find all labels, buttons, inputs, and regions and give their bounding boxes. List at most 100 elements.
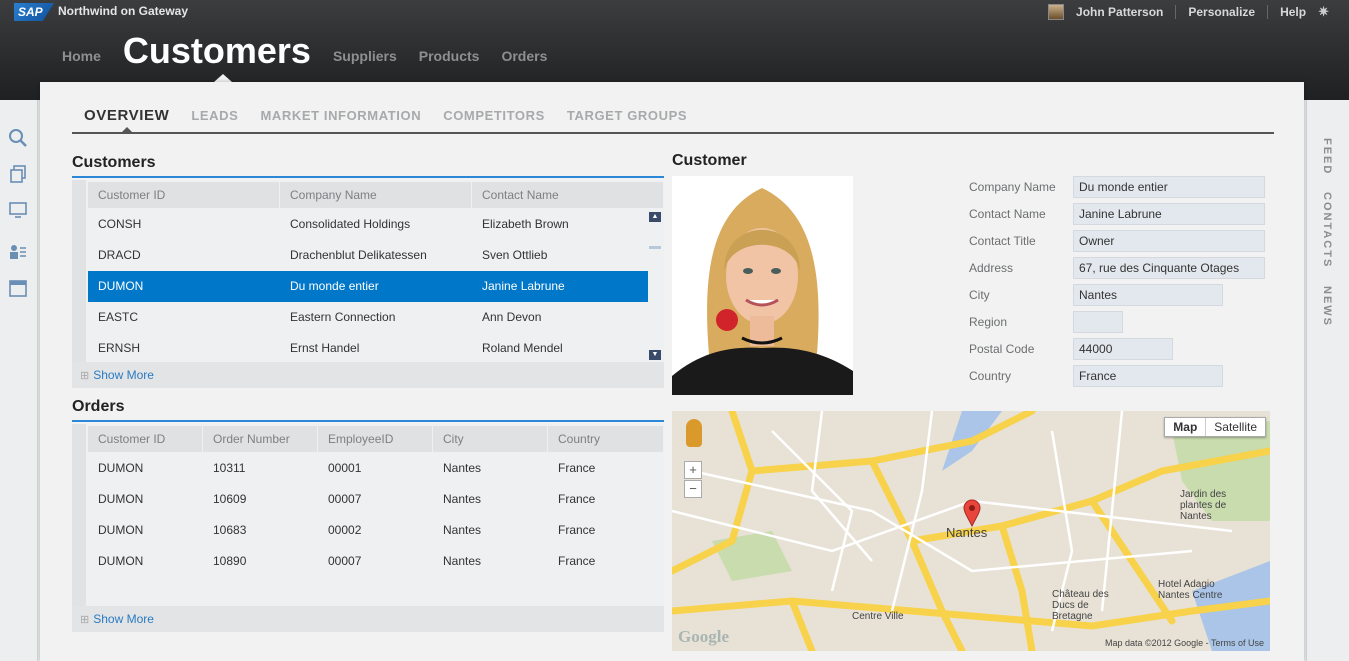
monitor-icon[interactable] <box>7 200 29 222</box>
table-row[interactable]: DUMON 10609 00007 Nantes France <box>88 484 664 515</box>
show-more-orders[interactable]: ⊞ Show More <box>80 612 154 626</box>
show-more-bar <box>72 362 664 388</box>
region-field[interactable] <box>1073 311 1123 333</box>
customer-title: Customer <box>672 152 747 169</box>
sub-tabs: OVERVIEW LEADS MARKET INFORMATION COMPET… <box>72 106 1274 134</box>
right-rail: FEED CONTACTS NEWS <box>1306 100 1349 661</box>
map-view-button[interactable]: Map <box>1165 418 1205 436</box>
documents-icon[interactable] <box>7 164 29 186</box>
news-tab[interactable]: NEWS <box>1321 286 1333 327</box>
label-contact-title: Contact Title <box>969 234 1036 248</box>
tab-target-groups[interactable]: TARGET GROUPS <box>567 106 687 132</box>
label-city: City <box>969 288 990 302</box>
col-order-number[interactable]: Order Number <box>203 426 318 452</box>
content-panel: OVERVIEW LEADS MARKET INFORMATION COMPET… <box>40 82 1304 661</box>
map-label: Centre Ville <box>852 611 904 622</box>
personalize-link[interactable]: Personalize <box>1188 5 1255 19</box>
label-region: Region <box>969 315 1008 329</box>
contacts-tab[interactable]: CONTACTS <box>1321 192 1333 268</box>
user-name[interactable]: John Patterson <box>1076 5 1163 19</box>
col-company-name[interactable]: Company Name <box>280 182 472 208</box>
table-row-selected[interactable]: DUMON Du monde entier Janine Labrune <box>88 271 648 302</box>
customers-title: Customers <box>72 154 156 171</box>
subtab-pointer <box>122 127 132 132</box>
nav-products[interactable]: Products <box>419 48 480 72</box>
expand-icon: ⊞ <box>80 370 90 382</box>
search-icon[interactable] <box>7 128 29 150</box>
divider <box>1267 5 1269 19</box>
map[interactable]: Map Satellite + − Nantes Centre Ville Ja… <box>672 411 1270 651</box>
orders-title: Orders <box>72 398 125 415</box>
contact-title-field[interactable]: Owner <box>1073 230 1265 252</box>
col-customer-id[interactable]: Customer ID <box>88 426 203 452</box>
row-selector-column <box>72 180 86 388</box>
contacts-icon[interactable] <box>7 242 29 264</box>
city-field[interactable]: Nantes <box>1073 284 1223 306</box>
scroll-up-button[interactable]: ▲ <box>649 212 661 222</box>
user-area: John Patterson Personalize Help ✷ <box>1048 4 1329 20</box>
pegman-icon[interactable] <box>686 419 702 447</box>
nav-home[interactable]: Home <box>62 48 101 72</box>
table-row[interactable]: DRACD Drachenblut Delikatessen Sven Ottl… <box>88 240 648 271</box>
table-header: Customer ID Company Name Contact Name <box>88 182 664 208</box>
sap-logo: SAP <box>14 3 54 21</box>
zoom-in-button[interactable]: + <box>684 461 702 479</box>
map-city-label: Nantes <box>946 525 988 540</box>
country-field[interactable]: France <box>1073 365 1223 387</box>
contact-name-field[interactable]: Janine Labrune <box>1073 203 1265 225</box>
table-row[interactable]: DUMON 10683 00002 Nantes France <box>88 515 664 546</box>
gear-icon[interactable]: ✷ <box>1318 4 1329 20</box>
zoom-out-button[interactable]: − <box>684 480 702 498</box>
table-row[interactable]: ERNSH Ernst Handel Roland Mendel <box>88 333 648 364</box>
label-company-name: Company Name <box>969 180 1056 194</box>
tab-market-information[interactable]: MARKET INFORMATION <box>260 106 421 132</box>
satellite-view-button[interactable]: Satellite <box>1205 418 1265 436</box>
table-row[interactable]: CONSH Consolidated Holdings Elizabeth Br… <box>88 209 648 240</box>
google-logo: Google <box>678 627 729 646</box>
nav-orders[interactable]: Orders <box>501 48 547 72</box>
address-field[interactable]: 67, rue des Cinquante Otages <box>1073 257 1265 279</box>
user-avatar[interactable] <box>1048 4 1065 20</box>
scrollbar-thumb[interactable] <box>649 246 661 249</box>
nav-suppliers[interactable]: Suppliers <box>333 48 397 72</box>
table-row[interactable]: DUMON 10890 00007 Nantes France <box>88 546 664 577</box>
col-contact-name[interactable]: Contact Name <box>472 182 664 208</box>
nav-customers[interactable]: Customers <box>123 30 311 72</box>
customer-photo <box>672 176 853 395</box>
customers-table: Customer ID Company Name Contact Name CO… <box>72 180 664 388</box>
divider <box>1175 5 1177 19</box>
map-label: Jardin des plantes de Nantes <box>1180 489 1227 522</box>
tab-leads[interactable]: LEADS <box>191 106 238 132</box>
table-row[interactable]: EASTC Eastern Connection Ann Devon <box>88 302 648 333</box>
map-footer[interactable]: Map data ©2012 Google - Terms of Use <box>1105 638 1264 648</box>
table-row[interactable]: DUMON 10311 00001 Nantes France <box>88 453 664 484</box>
col-employee-id[interactable]: EmployeeID <box>318 426 433 452</box>
calendar-icon[interactable] <box>7 278 29 300</box>
orders-table: Customer ID Order Number EmployeeID City… <box>72 424 664 632</box>
scroll-down-button[interactable]: ▼ <box>649 350 661 360</box>
help-link[interactable]: Help <box>1280 5 1306 19</box>
section-divider <box>72 420 664 422</box>
tab-competitors[interactable]: COMPETITORS <box>443 106 545 132</box>
show-more-customers[interactable]: ⊞ Show More <box>80 368 154 382</box>
col-country[interactable]: Country <box>548 426 664 452</box>
map-label: Château des Ducs de Bretagne <box>1052 589 1109 622</box>
top-nav: Home Customers Suppliers Products Orders <box>62 30 547 72</box>
expand-icon: ⊞ <box>80 614 90 626</box>
col-city[interactable]: City <box>433 426 548 452</box>
label-address: Address <box>969 261 1014 275</box>
left-rail <box>0 100 38 661</box>
nav-active-pointer <box>214 74 232 82</box>
app-title: Northwind on Gateway <box>58 4 189 18</box>
label-contact-name: Contact Name <box>969 207 1046 221</box>
row-selector-column <box>72 424 86 632</box>
company-name-field[interactable]: Du monde entier <box>1073 176 1265 198</box>
label-country: Country <box>969 369 1012 383</box>
postal-code-field[interactable]: 44000 <box>1073 338 1173 360</box>
feed-tab[interactable]: FEED <box>1321 138 1333 175</box>
col-customer-id[interactable]: Customer ID <box>88 182 280 208</box>
table-header: Customer ID Order Number EmployeeID City… <box>88 426 664 452</box>
map-type-control: Map Satellite <box>1164 417 1266 437</box>
map-label: Hotel Adagio Nantes Centre <box>1158 579 1223 601</box>
label-postal-code: Postal Code <box>969 342 1035 356</box>
